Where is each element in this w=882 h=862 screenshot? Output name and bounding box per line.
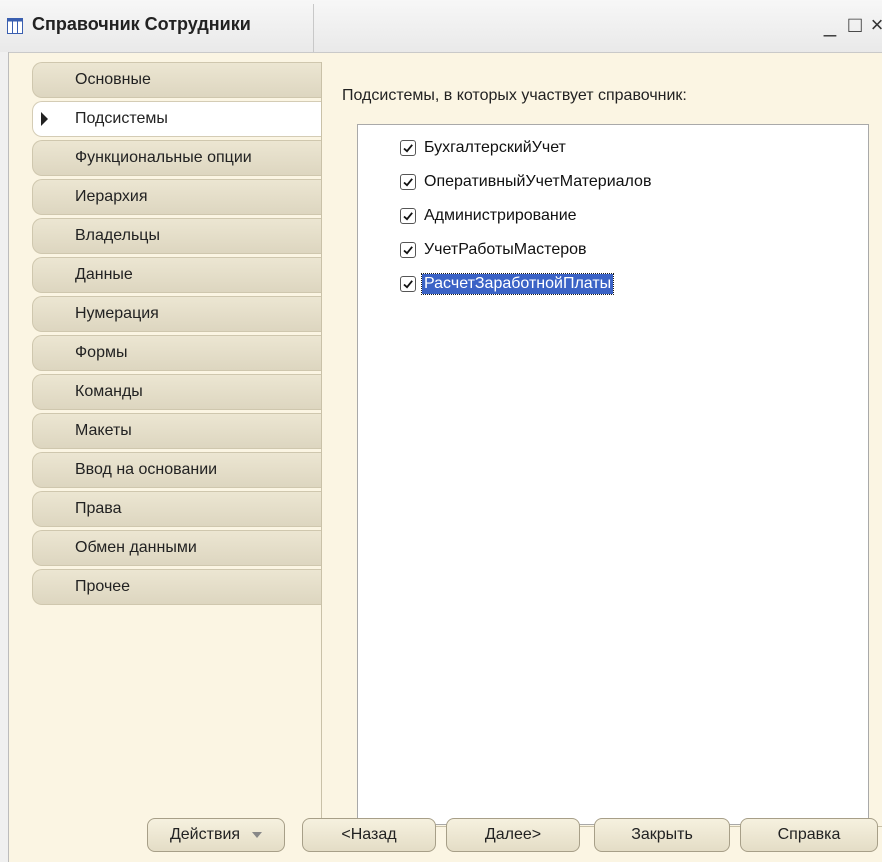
tab-label: Формы — [75, 344, 128, 361]
checkbox[interactable] — [400, 174, 416, 190]
list-item-label: УчетРаботыМастеров — [424, 241, 587, 258]
checkmark-icon — [403, 212, 413, 221]
checkmark-icon — [403, 178, 413, 187]
checkmark-icon — [403, 246, 413, 255]
current-tab-arrow-icon — [41, 112, 48, 126]
list-item-label: БухгалтерскийУчет — [424, 139, 566, 156]
tab-list: Основные Подсистемы Функциональные опции… — [32, 62, 322, 608]
window-title: Справочник Сотрудники — [32, 14, 251, 34]
tab-label: Иерархия — [75, 188, 148, 205]
tab-label: Ввод на основании — [75, 461, 218, 478]
close-button[interactable]: Закрыть — [594, 818, 730, 852]
checkbox[interactable] — [400, 242, 416, 258]
checkmark-icon — [403, 144, 413, 153]
back-button[interactable]: <Назад — [302, 818, 436, 852]
tab-dannye[interactable]: Данные — [32, 257, 322, 293]
tab-prochee[interactable]: Прочее — [32, 569, 322, 605]
tab-makety[interactable]: Макеты — [32, 413, 322, 449]
tab-label: Основные — [75, 71, 151, 88]
list-item-label: ОперативныйУчетМатериалов — [424, 173, 652, 190]
tab-label: Нумерация — [75, 305, 159, 322]
tab-label: Макеты — [75, 422, 132, 439]
checkbox[interactable] — [400, 208, 416, 224]
window-left-border — [8, 52, 9, 862]
actions-button[interactable]: Действия — [147, 818, 285, 852]
list-item-label: РасчетЗаработнойПлаты — [420, 273, 615, 295]
subsystems-list[interactable]: БухгалтерскийУчет ОперативныйУчетМатериа… — [357, 124, 869, 825]
tab-label: Функциональные опции — [75, 149, 252, 166]
tab-prava[interactable]: Права — [32, 491, 322, 527]
tab-panel-divider — [321, 62, 322, 826]
tab-obmen-dannymi[interactable]: Обмен данными — [32, 530, 322, 566]
title-bar[interactable]: Справочник Сотрудники _ □ × — [0, 0, 882, 53]
catalog-icon — [7, 18, 23, 34]
tab-osnovnye[interactable]: Основные — [32, 62, 322, 98]
checkbox[interactable] — [400, 140, 416, 156]
tab-komandy[interactable]: Команды — [32, 374, 322, 410]
tab-vladeltsy[interactable]: Владельцы — [32, 218, 322, 254]
tab-label: Данные — [75, 266, 133, 283]
tab-label: Прочее — [75, 578, 131, 595]
tab-label: Команды — [75, 383, 143, 400]
actions-button-label: Действия — [169, 826, 241, 843]
tab-podsistemy[interactable]: Подсистемы — [32, 101, 322, 137]
window-left-edge — [0, 52, 8, 862]
tab-vvod-na-osnovanii[interactable]: Ввод на основании — [32, 452, 322, 488]
chevron-down-icon — [252, 831, 263, 838]
catalog-window: Справочник Сотрудники _ □ × Основные Под… — [0, 0, 882, 862]
close-window-button[interactable]: × — [864, 10, 882, 40]
tab-formy[interactable]: Формы — [32, 335, 322, 371]
tab-label: Права — [75, 500, 122, 517]
tab-label: Подсистемы — [75, 110, 168, 127]
tab-ierarkhiya[interactable]: Иерархия — [32, 179, 322, 215]
list-item-label: Администрирование — [424, 207, 577, 224]
tab-label: Владельцы — [75, 227, 160, 244]
help-button[interactable]: Справка — [740, 818, 878, 852]
tab-label: Обмен данными — [75, 539, 197, 556]
subsystems-heading: Подсистемы, в которых участвует справочн… — [342, 87, 687, 104]
next-button[interactable]: Далее> — [446, 818, 580, 852]
checkbox[interactable] — [400, 276, 416, 292]
tab-numeratsiya[interactable]: Нумерация — [32, 296, 322, 332]
tab-funktsionalnye-optsii[interactable]: Функциональные опции — [32, 140, 322, 176]
title-separator — [313, 4, 314, 52]
minimize-button[interactable]: _ — [817, 10, 843, 40]
checkmark-icon — [403, 280, 413, 289]
